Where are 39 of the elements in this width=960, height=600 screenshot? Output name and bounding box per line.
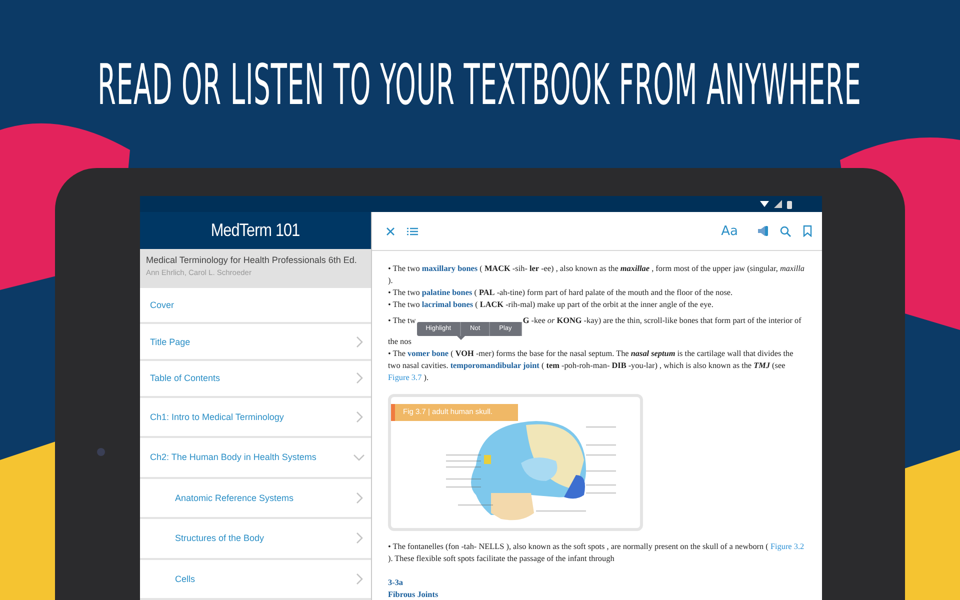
bookmark-button[interactable] xyxy=(803,225,812,237)
nav-item-label: Ch1: Intro to Medical Terminology xyxy=(150,412,284,422)
nav-item-label: Cover xyxy=(150,300,174,310)
search-icon xyxy=(780,226,791,236)
wifi-icon xyxy=(760,200,769,208)
paragraph: • The two palatine bones ( PAL -ah-tine) form part of hard palate of the mouth and the floor of the nose. xyxy=(388,287,734,299)
section-number: 3-3a xyxy=(388,576,404,588)
nav-item-label: Title Page xyxy=(150,336,190,347)
nav-item[interactable]: Anatomic Reference Systems xyxy=(140,478,371,519)
nav-item[interactable]: Ch1: Intro to Medical Terminology xyxy=(140,398,371,438)
nav-item[interactable]: Cover xyxy=(140,288,371,324)
list-button[interactable] xyxy=(407,226,418,236)
paragraph: • The fontanelles (fon -tah- NELLS ), also known as the soft spots , are normally present on the skull of a newborn ( Figure 3.2 ). These flexible soft spots facilitate the passage of the infant through xyxy=(388,540,806,564)
figure-link[interactable]: Figure 3.2 xyxy=(770,542,804,550)
nav-item-label: Ch2: The Human Body in Health Systems xyxy=(150,452,316,462)
nav-item-label: Structures of the Body xyxy=(175,533,264,544)
book-title: Medical Terminology for Health Professionals 6th Ed. xyxy=(146,254,358,265)
battery-icon xyxy=(787,200,792,208)
nav-item-label: Cells xyxy=(175,574,196,584)
signal-icon xyxy=(774,200,782,208)
nav-item-label: Table of Contents xyxy=(150,373,220,384)
figure-link[interactable]: Figure 3.7 xyxy=(388,372,422,382)
paragraph: • The two lacrimal bones ( LACK -rih-mal) make up part of the orbit at the inner angle of the eye. xyxy=(388,299,714,311)
section-title: Fibrous Joints xyxy=(388,588,438,600)
paragraph: • The vomer bone ( VOH -mer) forms the base for the nasal septum. The nasal septum is the cartilage wall that divides the two nasal cavities. temporomandibular joint ( tem -poh-roh-man- DIB -you-lar) , which is also known as the TMJ (see Figure 3.7 ). xyxy=(388,348,794,384)
speaker-button[interactable] xyxy=(758,225,768,237)
nav-item[interactable]: Cells xyxy=(140,560,371,600)
camera-icon xyxy=(97,448,105,456)
speaker-icon xyxy=(758,225,768,237)
close-icon xyxy=(386,226,395,236)
bookmark-icon xyxy=(803,225,812,237)
nav-item-label: Anatomic Reference Systems xyxy=(175,492,294,503)
paragraph: • The two maxillary bones ( MACK -sih- ler -ee) , also known as the maxillae , form most of the upper jaw (singular, maxilla ). xyxy=(388,263,806,287)
headline: READ OR LISTEN TO YOUR TEXTBOOK FROM ANYWHERE xyxy=(98,58,862,114)
list-icon xyxy=(407,226,418,236)
close-button[interactable] xyxy=(386,226,395,236)
search-button[interactable] xyxy=(780,226,791,236)
font-size-button[interactable]: Aa xyxy=(721,224,738,238)
app-title: MedTerm 101 xyxy=(211,220,300,241)
